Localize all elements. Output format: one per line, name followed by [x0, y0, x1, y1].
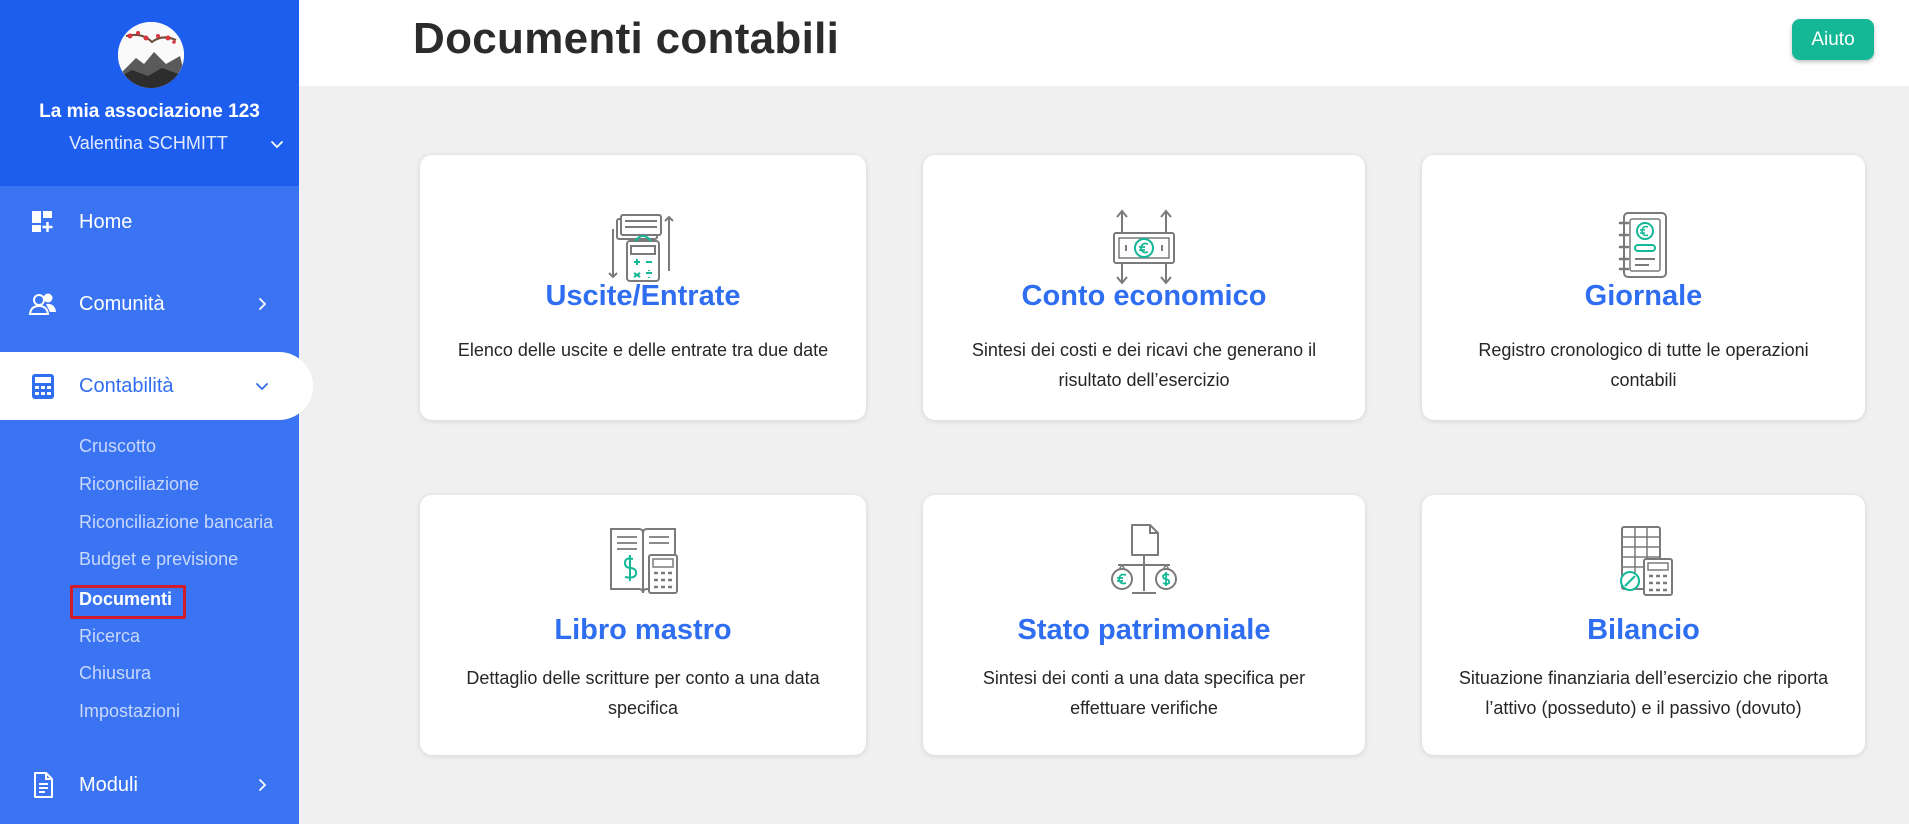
card-general-ledger[interactable]: Libro mastro Dettaglio delle scritture p… [420, 495, 866, 755]
card-financial-statement[interactable]: Bilancio Situazione finanziaria dell’ese… [1422, 495, 1865, 755]
nav-item-accounting[interactable]: Contabilità [0, 352, 313, 420]
chevron-right-icon [259, 298, 267, 310]
card-description: Situazione finanziaria dell’esercizio ch… [1458, 668, 1829, 718]
card-income-expenses[interactable]: Uscite/Entrate Elenco delle uscite e del… [420, 155, 866, 420]
card-title: Conto economico [1021, 280, 1267, 312]
chevron-down-icon [271, 141, 283, 149]
dashboard-icon [32, 211, 53, 232]
calculator-documents-icon [608, 214, 674, 282]
avatar[interactable] [118, 22, 184, 88]
sidebar-header: La mia associazione 123 Valentina SCHMIT… [0, 0, 299, 186]
organization-name: La mia associazione 123 [39, 101, 260, 122]
submenu-item-closing[interactable]: Chiusura [79, 663, 151, 684]
balance-scale-icon [1111, 524, 1177, 594]
card-journal[interactable]: Giornale Registro cronologico di tutte l… [1422, 155, 1865, 420]
submenu-item-bank-reconciliation[interactable]: Riconciliazione bancaria [79, 512, 273, 533]
document-icon [34, 772, 53, 798]
nav-label-community: Comunità [79, 292, 165, 315]
nav-item-home[interactable]: Home [0, 189, 299, 255]
nav-label-modules: Moduli [79, 773, 138, 796]
submenu-item-settings[interactable]: Impostazioni [79, 701, 180, 722]
chevron-right-icon [259, 779, 267, 791]
ledger-book-icon [610, 528, 678, 594]
nav-item-community[interactable]: Comunità [0, 271, 299, 337]
card-title: Stato patrimoniale [1017, 614, 1271, 646]
euro-banknote-icon [1113, 209, 1175, 285]
nav-item-modules[interactable]: Moduli [0, 752, 299, 818]
nav-label-accounting: Contabilità [79, 374, 174, 397]
calculator-icon [32, 374, 54, 399]
selection-highlight [70, 585, 186, 619]
submenu-item-reconciliation[interactable]: Riconciliazione [79, 474, 199, 495]
card-description: Registro cronologico di tutte le operazi… [1478, 340, 1809, 390]
card-description: Sintesi dei costi e dei ricavi che gener… [971, 340, 1317, 390]
submenu-item-budget[interactable]: Budget e previsione [79, 549, 238, 570]
chevron-down-icon [256, 383, 268, 391]
submenu-item-search[interactable]: Ricerca [79, 626, 140, 647]
nav-label-home: Home [79, 210, 133, 233]
card-balance-sheet[interactable]: Stato patrimoniale Sintesi dei conti a u… [923, 495, 1365, 755]
card-income-statement[interactable]: Conto economico Sintesi dei costi e dei … [923, 155, 1365, 420]
card-description: Sintesi dei conti a una data specifica p… [982, 668, 1306, 718]
sidebar: La mia associazione 123 Valentina SCHMIT… [0, 0, 313, 824]
card-title: Uscite/Entrate [545, 280, 741, 312]
page-title: Documenti contabili [413, 14, 840, 63]
submenu-item-dashboard[interactable]: Cruscotto [79, 436, 156, 457]
help-button[interactable]: Aiuto [1792, 19, 1874, 60]
card-title: Libro mastro [554, 614, 732, 646]
card-description: Dettaglio delle scritture per conto a un… [466, 668, 820, 718]
users-icon [28, 293, 56, 315]
card-description: Elenco delle uscite e delle entrate tra … [457, 340, 829, 360]
spreadsheet-calculator-icon [1619, 526, 1673, 596]
card-title: Giornale [1584, 280, 1703, 312]
user-menu[interactable]: Valentina SCHMITT [0, 133, 299, 157]
user-name: Valentina SCHMITT [69, 133, 228, 153]
journal-notebook-icon [1618, 212, 1667, 278]
card-title: Bilancio [1587, 614, 1700, 646]
